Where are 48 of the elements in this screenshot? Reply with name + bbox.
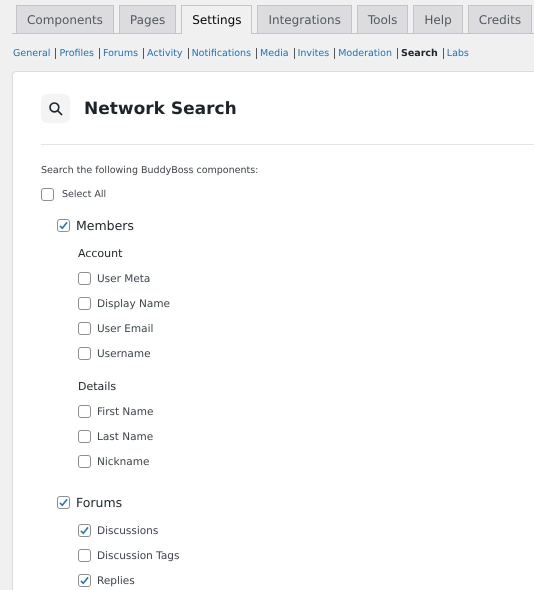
checkbox-label: First Name bbox=[97, 406, 154, 418]
checkbox-label: Last Name bbox=[97, 430, 154, 442]
checkbox-label: Discussions bbox=[97, 524, 158, 536]
component-label: Forums bbox=[76, 495, 122, 510]
checkbox[interactable] bbox=[41, 188, 54, 201]
subnav-link[interactable]: Search bbox=[401, 48, 438, 59]
subnav-link[interactable]: Notifications bbox=[192, 48, 252, 59]
tab[interactable]: Tools bbox=[356, 5, 408, 33]
checkbox-label: Discussion Tags bbox=[97, 550, 180, 562]
tab[interactable]: Help bbox=[413, 5, 463, 33]
checkbox-label: User Email bbox=[97, 322, 154, 334]
checkbox-label: User Meta bbox=[97, 272, 150, 284]
checkbox[interactable] bbox=[78, 524, 91, 537]
checkbox-label: Username bbox=[97, 348, 151, 360]
tab[interactable]: Components bbox=[16, 5, 114, 33]
subnav-link[interactable]: Activity bbox=[147, 48, 183, 59]
checkbox[interactable] bbox=[78, 297, 91, 310]
checkbox[interactable] bbox=[78, 272, 91, 285]
tab[interactable]: Settings bbox=[181, 5, 252, 34]
subnav-link[interactable]: Labs bbox=[446, 48, 469, 59]
checkbox[interactable] bbox=[78, 322, 91, 335]
subnav-link[interactable]: Moderation bbox=[338, 48, 392, 59]
checkbox-label: Select All bbox=[62, 189, 106, 200]
checkbox[interactable] bbox=[78, 430, 91, 443]
checkbox[interactable] bbox=[57, 496, 70, 509]
group-heading: Account bbox=[78, 247, 124, 260]
subnav-link[interactable]: Forums bbox=[102, 48, 138, 59]
subnav-link[interactable]: Profiles bbox=[59, 48, 94, 59]
tab[interactable]: Pages bbox=[118, 5, 176, 33]
component-label: Members bbox=[76, 218, 134, 233]
checkbox[interactable] bbox=[78, 405, 91, 418]
tab[interactable]: Credits bbox=[468, 5, 532, 33]
checkbox[interactable] bbox=[78, 574, 91, 587]
checkbox[interactable] bbox=[78, 347, 91, 360]
checkbox-label: Display Name bbox=[97, 298, 170, 310]
intro-text: Search the following BuddyBoss components: bbox=[41, 165, 260, 176]
checkbox-label: Nickname bbox=[97, 456, 150, 468]
checkbox[interactable] bbox=[78, 455, 91, 468]
subnav-link[interactable]: Media bbox=[260, 48, 289, 59]
search-icon bbox=[41, 94, 70, 123]
subnav-link[interactable]: General bbox=[13, 48, 50, 59]
group-heading: Details bbox=[78, 380, 118, 393]
checkbox[interactable] bbox=[78, 549, 91, 562]
panel-title: Network Search bbox=[84, 98, 237, 118]
tab[interactable]: Integrations bbox=[257, 5, 352, 33]
checkbox-label: Replies bbox=[97, 574, 135, 586]
checkbox[interactable] bbox=[57, 219, 70, 232]
subnav-link[interactable]: Invites bbox=[298, 48, 330, 59]
